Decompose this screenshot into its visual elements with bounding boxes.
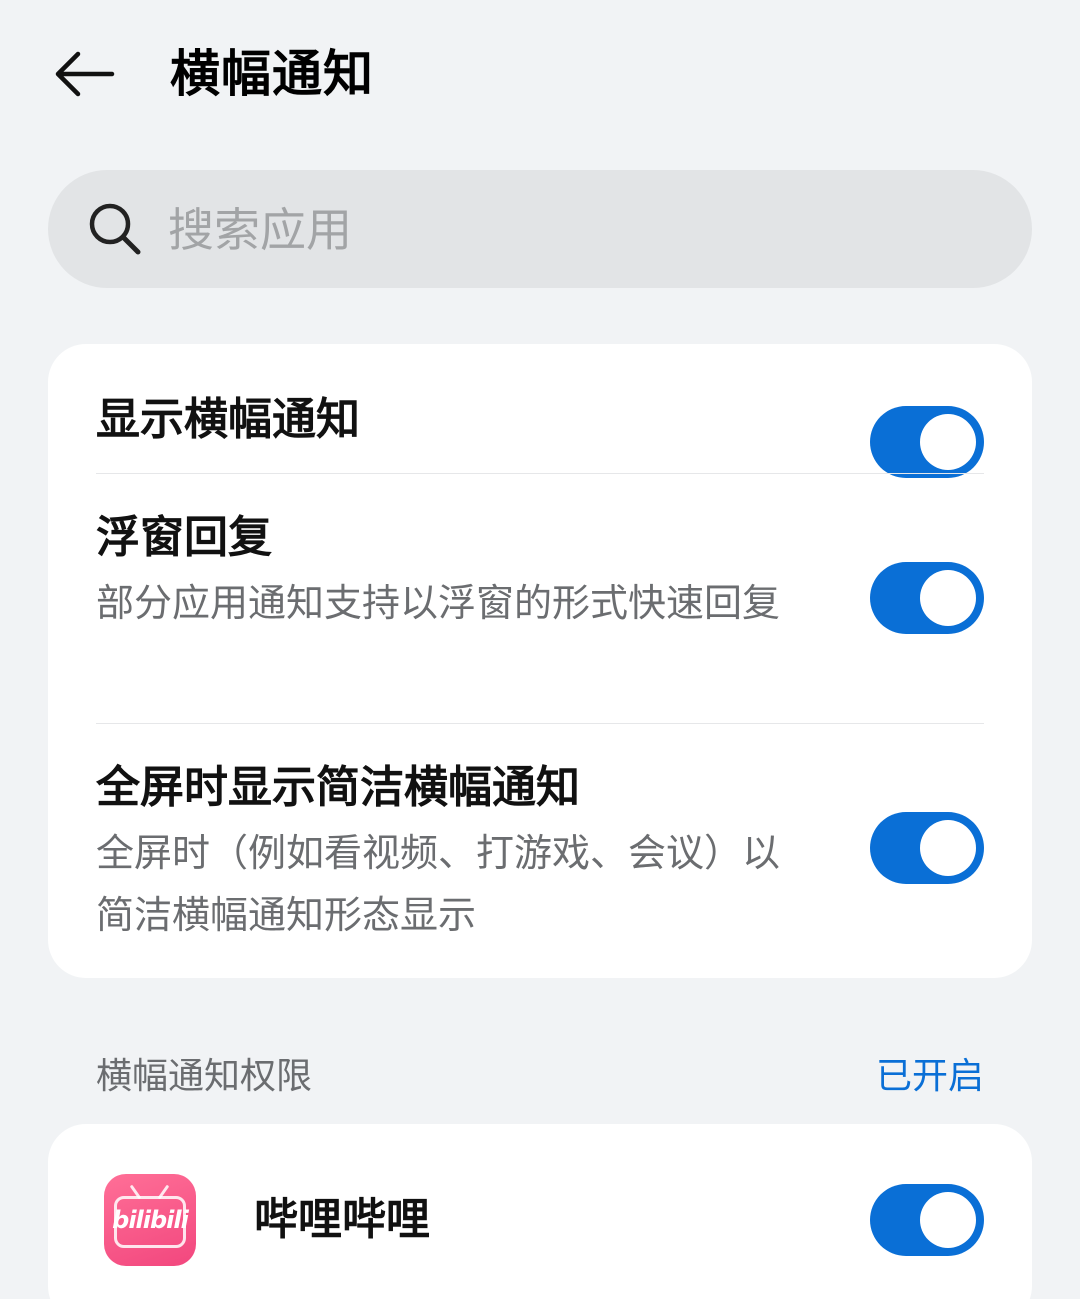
- back-arrow-icon: [55, 51, 115, 97]
- toggle-knob: [920, 1192, 976, 1248]
- app-row[interactable]: bilibili 哔哩哔哩: [48, 1124, 1032, 1299]
- header: 横幅通知: [0, 30, 1080, 120]
- divider: [96, 473, 984, 474]
- permission-section-header: 横幅通知权限 已开启: [96, 1052, 984, 1102]
- show-banner-toggle[interactable]: [870, 406, 984, 478]
- page-title: 横幅通知: [170, 45, 374, 103]
- bilibili-app-icon: bilibili: [104, 1174, 196, 1266]
- setting-row-fullscreen-banner[interactable]: 全屏时显示简洁横幅通知 全屏时（例如看视频、打游戏、会议）以简洁横幅通知形态显示: [96, 754, 984, 964]
- toggle-knob: [920, 414, 976, 470]
- app-icon-logo: bilibili: [112, 1206, 189, 1234]
- floating-reply-toggle[interactable]: [870, 562, 984, 634]
- app-list-card: bilibili 哔哩哔哩: [48, 1124, 1032, 1299]
- app-banner-toggle[interactable]: [870, 1184, 984, 1256]
- settings-card: 显示横幅通知 浮窗回复 部分应用通知支持以浮窗的形式快速回复 全屏时显示简洁横幅…: [48, 344, 1032, 978]
- setting-title: 全屏时显示简洁横幅通知: [96, 762, 580, 813]
- search-input[interactable]: [168, 200, 968, 260]
- setting-title: 浮窗回复: [96, 512, 272, 563]
- toggle-knob: [920, 570, 976, 626]
- setting-row-show-banner[interactable]: 显示横幅通知: [96, 374, 984, 478]
- toggle-knob: [920, 820, 976, 876]
- divider: [96, 723, 984, 724]
- setting-description: 部分应用通知支持以浮窗的形式快速回复: [96, 581, 781, 625]
- section-title: 横幅通知权限: [96, 1056, 313, 1097]
- setting-title: 显示横幅通知: [96, 394, 360, 445]
- search-icon: [89, 203, 141, 255]
- banner-notification-page: 横幅通知 显示横幅通知 浮窗回复 部分应用通知支持以浮窗的形式快速回复: [0, 0, 1080, 1299]
- fullscreen-banner-toggle[interactable]: [870, 812, 984, 884]
- search-bar[interactable]: [48, 170, 1032, 288]
- section-status-link[interactable]: 已开启: [876, 1052, 984, 1102]
- app-name: 哔哩哔哩: [254, 1194, 430, 1245]
- setting-description: 全屏时（例如看视频、打游戏、会议）以简洁横幅通知形态显示: [96, 831, 781, 937]
- back-button[interactable]: [44, 42, 124, 106]
- setting-row-floating-reply[interactable]: 浮窗回复 部分应用通知支持以浮窗的形式快速回复: [96, 504, 984, 724]
